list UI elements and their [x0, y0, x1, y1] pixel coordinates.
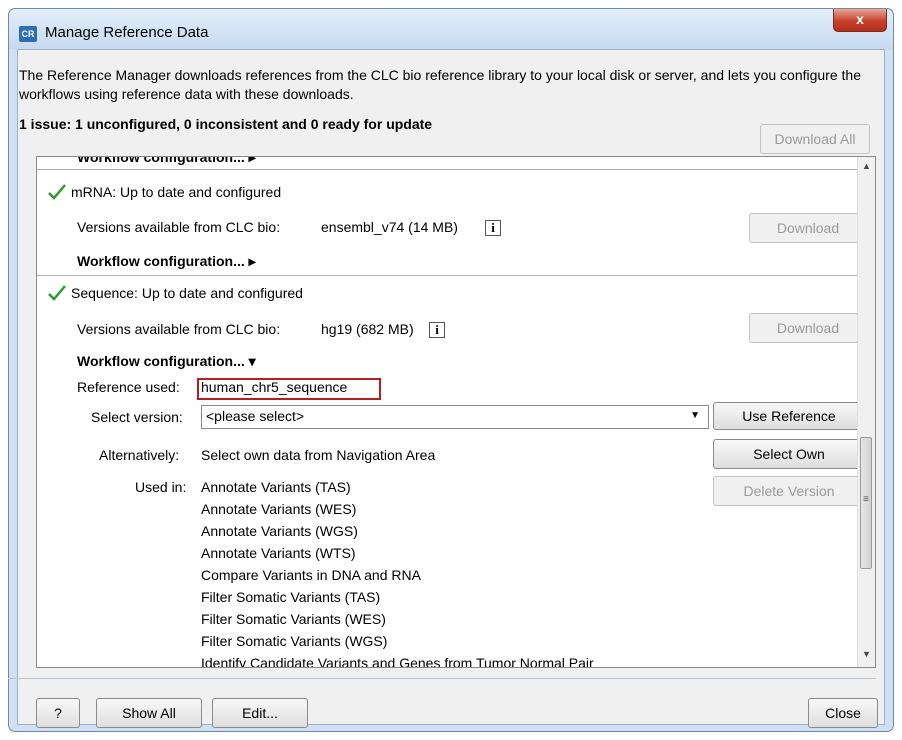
- used-in-item: Annotate Variants (WTS): [201, 545, 356, 561]
- reference-list-panel[interactable]: Workflow configuration... ▸ mRNA: Up to …: [36, 156, 876, 668]
- edit-button[interactable]: Edit...: [212, 698, 308, 728]
- used-in-item: Annotate Variants (WES): [201, 501, 357, 517]
- select-version-label: Select version:: [91, 409, 183, 425]
- grip-icon: ≡: [863, 494, 869, 505]
- checkmark-icon: [48, 184, 66, 200]
- vertical-scrollbar[interactable]: ▲ ≡ ▼: [857, 157, 875, 667]
- used-in-item: Filter Somatic Variants (WGS): [201, 633, 388, 649]
- show-all-button[interactable]: Show All: [96, 698, 202, 728]
- footer-divider: [8, 678, 876, 679]
- download-all-button[interactable]: Download All: [760, 124, 870, 154]
- issue-summary: 1 issue: 1 unconfigured, 0 inconsistent …: [19, 116, 433, 132]
- mrna-versions-label: Versions available from CLC bio:: [77, 219, 281, 235]
- select-version-dropdown[interactable]: <please select> ▼: [201, 405, 709, 429]
- used-in-label: Used in:: [135, 479, 187, 495]
- sequence-download-button[interactable]: Download: [749, 313, 867, 343]
- description-text: The Reference Manager downloads referenc…: [19, 67, 861, 102]
- window-title: Manage Reference Data: [45, 24, 209, 41]
- used-in-item: Compare Variants in DNA and RNA: [201, 567, 421, 583]
- used-in-item: Annotate Variants (WGS): [201, 523, 358, 539]
- alternatively-value: Select own data from Navigation Area: [201, 447, 436, 463]
- info-icon[interactable]: i: [429, 322, 445, 338]
- checkmark-icon: [48, 285, 66, 301]
- section-divider: [37, 169, 873, 170]
- close-button[interactable]: Close: [808, 698, 878, 728]
- used-in-item: Identify Candidate Variants and Genes fr…: [201, 655, 594, 668]
- select-version-value: <please select>: [206, 408, 305, 424]
- info-icon[interactable]: i: [485, 220, 501, 236]
- title-bar: CR Manage Reference Data x: [9, 9, 893, 49]
- delete-version-button[interactable]: Delete Version: [713, 476, 865, 506]
- section-divider: [37, 275, 873, 276]
- sequence-status: Sequence: Up to date and configured: [71, 285, 303, 301]
- help-button[interactable]: ?: [36, 698, 80, 728]
- scroll-up-icon[interactable]: ▲: [862, 161, 871, 171]
- scrollbar-thumb[interactable]: ≡: [860, 437, 872, 569]
- workflow-config-partial[interactable]: Workflow configuration... ▸: [77, 157, 256, 166]
- sequence-workflow-config[interactable]: Workflow configuration... ▾: [77, 353, 256, 370]
- mrna-versions-value: ensembl_v74 (14 MB): [321, 219, 458, 235]
- used-in-item: Filter Somatic Variants (TAS): [201, 589, 381, 605]
- window-close-button[interactable]: x: [833, 9, 887, 32]
- app-icon: CR: [19, 26, 37, 42]
- mrna-workflow-config[interactable]: Workflow configuration... ▸: [77, 253, 256, 270]
- alternatively-label: Alternatively:: [99, 447, 180, 463]
- dropdown-arrow-icon: ▼: [690, 410, 700, 421]
- used-in-item: Filter Somatic Variants (WES): [201, 611, 386, 627]
- mrna-status: mRNA: Up to date and configured: [71, 184, 282, 200]
- scroll-down-icon[interactable]: ▼: [862, 649, 871, 659]
- select-own-button[interactable]: Select Own: [713, 439, 865, 469]
- mrna-download-button[interactable]: Download: [749, 213, 867, 243]
- use-reference-button[interactable]: Use Reference: [713, 402, 865, 430]
- reference-used-highlight: [197, 378, 381, 400]
- sequence-versions-value: hg19 (682 MB): [321, 321, 414, 337]
- used-in-item: Annotate Variants (TAS): [201, 479, 351, 495]
- reference-used-label: Reference used:: [77, 379, 180, 395]
- sequence-versions-label: Versions available from CLC bio:: [77, 321, 281, 337]
